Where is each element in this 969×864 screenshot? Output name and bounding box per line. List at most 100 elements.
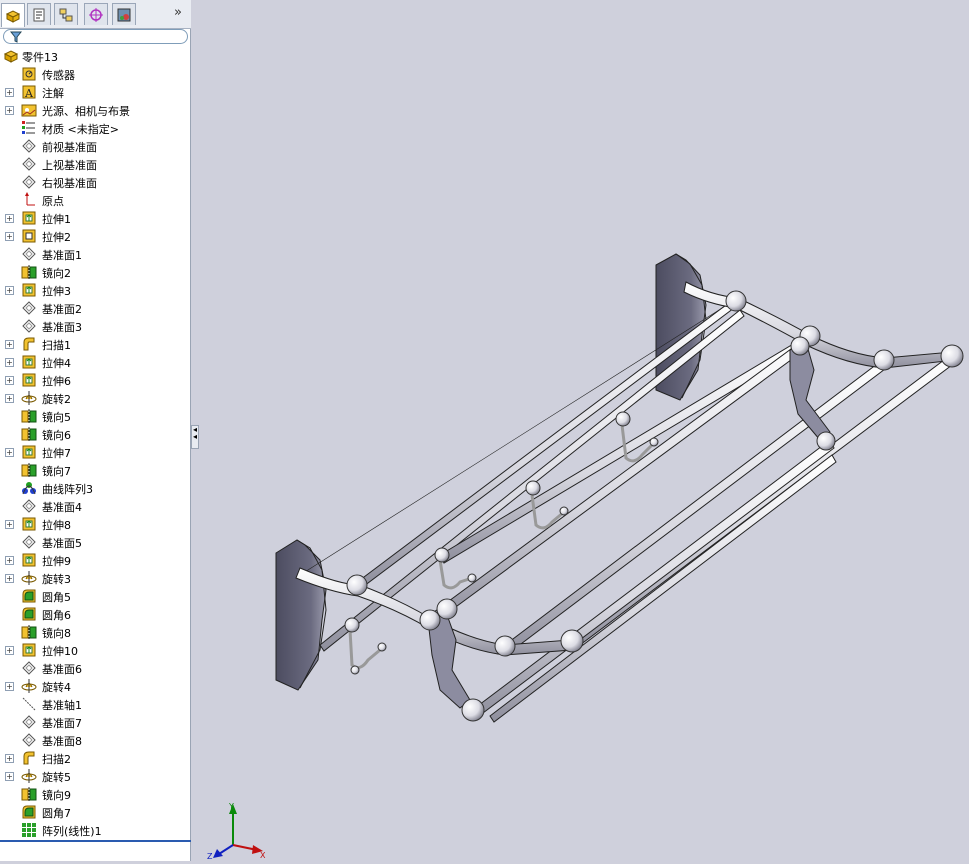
tree-item[interactable]: 圆角6 xyxy=(0,605,191,623)
tree-item-label: 拉伸3 xyxy=(42,285,71,298)
tree-item[interactable]: 基准面3 xyxy=(0,317,191,335)
expand-toggle[interactable]: + xyxy=(5,520,14,529)
tree-item[interactable]: + 拉伸1 xyxy=(0,209,191,227)
expand-toggle[interactable]: + xyxy=(5,358,14,367)
expand-toggle[interactable]: + xyxy=(5,556,14,565)
expand-toggle[interactable]: + xyxy=(5,754,14,763)
tree-item[interactable]: + 旋转2 xyxy=(0,389,191,407)
tree-item[interactable]: 镜向9 xyxy=(0,785,191,803)
expand-toggle[interactable]: + xyxy=(5,448,14,457)
tree-item-label: 阵列(线性)1 xyxy=(42,825,102,838)
tree-item[interactable]: 镜向6 xyxy=(0,425,191,443)
tree-item-label: 上视基准面 xyxy=(42,159,97,172)
tree-item[interactable]: + 拉伸3 xyxy=(0,281,191,299)
graphics-viewport[interactable]: Y X Z xyxy=(192,0,969,861)
tree-item[interactable]: + A 注解 xyxy=(0,83,191,101)
expand-toggle[interactable]: + xyxy=(5,88,14,97)
feature-manager-panel: » 零件13 传感器 + A 注解 + 光源、相机与布景 材质 <未指定> 前视基准面上视基准… xyxy=(0,0,191,861)
tree-item[interactable]: 前视基准面 xyxy=(0,137,191,155)
expand-toggle[interactable]: + xyxy=(5,646,14,655)
tree-filter-input[interactable] xyxy=(3,29,188,44)
tree-item[interactable]: 圆角5 xyxy=(0,587,191,605)
tree-item[interactable]: 上视基准面 xyxy=(0,155,191,173)
extrude-icon xyxy=(21,210,37,226)
feature-manager-tab[interactable] xyxy=(1,3,25,27)
axis-triad-icon: Y X Z xyxy=(207,802,266,860)
tree-item[interactable]: + 拉伸9 xyxy=(0,551,191,569)
tree-item[interactable]: 阵列(线性)1 xyxy=(0,821,191,839)
mirror-icon xyxy=(21,426,37,442)
expand-toggle[interactable]: + xyxy=(5,574,14,583)
tree-item-label: 拉伸10 xyxy=(42,645,78,658)
tree-item-label: 扫描2 xyxy=(42,753,71,766)
tree-item[interactable]: + 拉伸7 xyxy=(0,443,191,461)
tree-item[interactable]: + 扫描2 xyxy=(0,749,191,767)
tree-item[interactable]: + 拉伸2 xyxy=(0,227,191,245)
expand-toggle[interactable]: + xyxy=(5,214,14,223)
tree-item[interactable]: 基准面4 xyxy=(0,497,191,515)
plane-icon xyxy=(21,714,37,730)
filter-icon xyxy=(10,31,22,43)
tree-item[interactable]: 圆角7 xyxy=(0,803,191,821)
expand-toggle[interactable]: + xyxy=(5,376,14,385)
tree-item[interactable]: 基准面5 xyxy=(0,533,191,551)
tree-item[interactable]: 基准面2 xyxy=(0,299,191,317)
tree-item[interactable]: 基准面1 xyxy=(0,245,191,263)
tree-item[interactable]: 基准面7 xyxy=(0,713,191,731)
tree-item[interactable]: + 拉伸8 xyxy=(0,515,191,533)
tree-item[interactable]: + 光源、相机与布景 xyxy=(0,101,191,119)
tree-item-label: 旋转3 xyxy=(42,573,71,586)
linear-pattern-icon xyxy=(21,822,37,838)
tree-root-part[interactable]: 零件13 xyxy=(0,47,191,65)
tree-item[interactable]: 镜向5 xyxy=(0,407,191,425)
tree-item-label: 拉伸8 xyxy=(42,519,71,532)
property-manager-tab[interactable] xyxy=(27,3,51,25)
tree-item[interactable]: + 拉伸6 xyxy=(0,371,191,389)
extrude-icon xyxy=(21,444,37,460)
expand-toggle[interactable]: + xyxy=(5,106,14,115)
tree-item-label: 拉伸4 xyxy=(42,357,71,370)
configuration-icon xyxy=(59,8,73,21)
sensor-icon xyxy=(21,66,37,82)
tree-item[interactable]: + 旋转5 xyxy=(0,767,191,785)
triad-y-label: Y xyxy=(228,802,234,811)
tree-item-label: 拉伸7 xyxy=(42,447,71,460)
tree-item[interactable]: 镜向8 xyxy=(0,623,191,641)
expand-toggle[interactable]: + xyxy=(5,682,14,691)
tree-item-label: 圆角6 xyxy=(42,609,71,622)
tree-item[interactable]: + 旋转3 xyxy=(0,569,191,587)
tree-item[interactable]: 原点 xyxy=(0,191,191,209)
tree-item[interactable]: + 扫描1 xyxy=(0,335,191,353)
mirror-icon xyxy=(21,786,37,802)
tree-item[interactable]: 基准面8 xyxy=(0,731,191,749)
material-icon xyxy=(21,120,37,136)
tree-item[interactable]: 基准面6 xyxy=(0,659,191,677)
configuration-manager-tab[interactable] xyxy=(54,3,78,25)
tree-item-label: 基准面4 xyxy=(42,501,82,514)
dim-xpert-tab[interactable] xyxy=(84,3,108,25)
expand-toggle[interactable]: + xyxy=(5,772,14,781)
more-tabs-button[interactable]: » xyxy=(174,5,182,20)
tree-item[interactable]: 基准轴1 xyxy=(0,695,191,713)
extrude-icon xyxy=(21,282,37,298)
plane-icon xyxy=(21,732,37,748)
tree-item[interactable]: 镜向7 xyxy=(0,461,191,479)
expand-toggle[interactable]: + xyxy=(5,340,14,349)
expand-toggle[interactable]: + xyxy=(5,394,14,403)
tree-item[interactable]: 曲线阵列3 xyxy=(0,479,191,497)
tree-item[interactable]: 传感器 xyxy=(0,65,191,83)
tree-item[interactable]: 右视基准面 xyxy=(0,173,191,191)
tree-item[interactable]: + 拉伸10 xyxy=(0,641,191,659)
expand-toggle[interactable]: + xyxy=(5,232,14,241)
tree-item[interactable]: 材质 <未指定> xyxy=(0,119,191,137)
tree-item[interactable]: 镜向2 xyxy=(0,263,191,281)
display-manager-tab[interactable] xyxy=(112,3,136,25)
tree-item[interactable]: + 旋转4 xyxy=(0,677,191,695)
tree-item-label: 基准面1 xyxy=(42,249,82,262)
panel-tabs: » xyxy=(0,0,191,29)
property-icon xyxy=(33,8,45,21)
revolve-icon xyxy=(21,570,37,586)
tree-item[interactable]: + 拉伸4 xyxy=(0,353,191,371)
axis-icon xyxy=(21,696,37,712)
expand-toggle[interactable]: + xyxy=(5,286,14,295)
